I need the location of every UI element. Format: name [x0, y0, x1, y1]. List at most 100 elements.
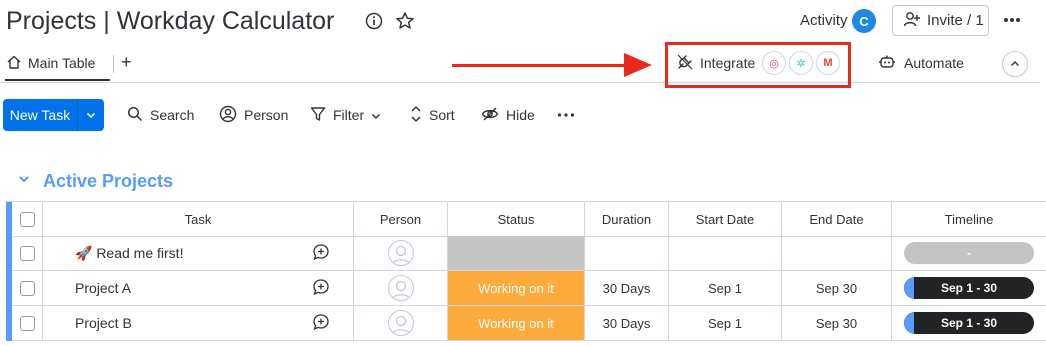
task-name[interactable]: Project B	[43, 306, 289, 341]
chevron-up-icon	[1010, 55, 1020, 73]
sort-button[interactable]: Sort	[410, 103, 455, 127]
row-select-cell[interactable]	[12, 236, 43, 271]
duration-cell[interactable]: 30 Days	[585, 271, 669, 306]
empty-avatar-icon	[387, 275, 414, 301]
column-header-start-date[interactable]: Start Date	[669, 202, 782, 237]
end-date-cell[interactable]	[782, 236, 892, 271]
column-header-timeline[interactable]: Timeline	[892, 202, 1046, 237]
start-date-cell[interactable]: Sep 1	[669, 306, 782, 341]
timeline-progress	[904, 312, 914, 334]
timeline-label: Sep 1 - 30	[940, 281, 998, 295]
select-all-checkbox[interactable]	[19, 211, 35, 227]
add-view-button[interactable]: +	[121, 50, 132, 74]
chevron-down-icon[interactable]	[78, 99, 104, 131]
empty-avatar-icon	[387, 310, 414, 336]
row-checkbox[interactable]	[19, 280, 35, 296]
board-title[interactable]: Projects | Workday Calculator	[6, 4, 334, 38]
tab-main-table-label: Main Table	[28, 55, 96, 71]
integrate-button[interactable]: Integrate	[676, 52, 755, 74]
status-badge: Working on it	[448, 306, 584, 340]
chevron-down-icon[interactable]	[371, 107, 381, 123]
column-header-duration[interactable]: Duration	[585, 202, 669, 237]
new-task-button[interactable]: New Task	[3, 99, 104, 131]
person-filter-button[interactable]: Person	[219, 103, 288, 127]
annotation-arrow-head	[624, 53, 652, 77]
integrate-label: Integrate	[700, 55, 756, 71]
add-update-cell[interactable]	[289, 271, 354, 306]
timeline-cell[interactable]: -	[892, 236, 1046, 271]
collapse-header-button[interactable]	[1002, 51, 1028, 77]
row-checkbox[interactable]	[19, 245, 35, 261]
add-update-icon[interactable]	[312, 243, 330, 264]
table-row[interactable]: Project B Working on it 30 Days Sep 1 Se…	[6, 306, 1046, 341]
new-task-label[interactable]: New Task	[3, 99, 77, 131]
start-date-cell[interactable]	[669, 236, 782, 271]
column-header-end-date[interactable]: End Date	[782, 202, 892, 237]
add-update-cell[interactable]	[289, 306, 354, 341]
end-date-cell[interactable]: Sep 30	[782, 271, 892, 306]
status-cell[interactable]: Working on it	[448, 306, 585, 341]
task-name[interactable]: Project A	[43, 271, 289, 306]
duration-cell[interactable]: 30 Days	[585, 306, 669, 341]
person-cell[interactable]	[354, 236, 448, 271]
automate-button[interactable]: Automate	[878, 52, 964, 74]
timeline-label: Sep 1 - 30	[940, 316, 998, 330]
home-icon	[6, 54, 22, 73]
column-header-status[interactable]: Status	[448, 202, 585, 237]
group-title[interactable]: Active Projects	[43, 170, 173, 192]
avatar[interactable]: C	[852, 9, 876, 33]
filter-button[interactable]: Filter	[310, 103, 381, 127]
task-name[interactable]: 🚀 Read me first!	[43, 236, 289, 271]
eye-off-icon	[481, 106, 499, 125]
filter-label: Filter	[333, 107, 365, 123]
person-cell[interactable]	[354, 306, 448, 341]
gmail-icon: M	[816, 51, 840, 75]
status-cell[interactable]	[448, 236, 585, 271]
start-date-cell[interactable]: Sep 1	[669, 271, 782, 306]
status-cell[interactable]: Working on it	[448, 271, 585, 306]
tab-main-table[interactable]: Main Table	[6, 50, 95, 76]
group-collapse-chevron-icon[interactable]	[18, 172, 30, 190]
timeline-cell[interactable]: Sep 1 - 30	[892, 271, 1046, 306]
table-row[interactable]: Project A Working on it 30 Days Sep 1 Se…	[6, 271, 1046, 306]
integrate-plug-icon	[676, 53, 694, 74]
automate-label: Automate	[904, 55, 964, 71]
sort-label: Sort	[429, 107, 455, 123]
activity-button[interactable]: Activity	[800, 11, 848, 31]
toolbar-more-icon[interactable]	[557, 103, 575, 127]
add-update-icon[interactable]	[312, 313, 330, 334]
person-label: Person	[244, 107, 289, 123]
add-person-icon	[903, 10, 921, 32]
row-checkbox[interactable]	[19, 315, 35, 331]
more-options-icon[interactable]	[1000, 8, 1024, 32]
timeline-pill: Sep 1 - 30	[904, 277, 1034, 299]
star-icon[interactable]	[394, 10, 416, 32]
column-header-task[interactable]: Task	[43, 202, 354, 237]
annotation-arrow-shaft	[452, 64, 628, 67]
timeline-pill: -	[904, 242, 1034, 264]
add-update-cell[interactable]	[289, 236, 354, 271]
slack-icon: ✲	[789, 51, 813, 75]
empty-avatar-icon	[387, 240, 414, 266]
hide-label: Hide	[506, 107, 535, 123]
row-select-cell[interactable]	[12, 306, 43, 341]
integration-badges[interactable]: ◎ ✲ M	[762, 51, 840, 75]
row-select-cell[interactable]	[12, 271, 43, 306]
table-row[interactable]: 🚀 Read me first! -	[6, 236, 1046, 271]
duration-cell[interactable]	[585, 236, 669, 271]
column-header-person[interactable]: Person	[354, 202, 448, 237]
timeline-progress	[904, 277, 914, 299]
end-date-cell[interactable]: Sep 30	[782, 306, 892, 341]
search-button[interactable]: Search	[127, 103, 194, 127]
person-cell[interactable]	[354, 271, 448, 306]
select-all-cell[interactable]	[12, 202, 43, 237]
sort-icon	[410, 105, 422, 126]
info-icon[interactable]	[363, 10, 385, 32]
robot-icon	[878, 54, 896, 73]
table-header-row: Task Person Status Duration Start Date E…	[6, 201, 1046, 237]
add-update-icon[interactable]	[312, 278, 330, 299]
hide-button[interactable]: Hide	[481, 103, 535, 127]
timeline-pill: Sep 1 - 30	[904, 312, 1034, 334]
invite-button[interactable]: Invite / 1	[892, 5, 989, 36]
timeline-cell[interactable]: Sep 1 - 30	[892, 306, 1046, 341]
